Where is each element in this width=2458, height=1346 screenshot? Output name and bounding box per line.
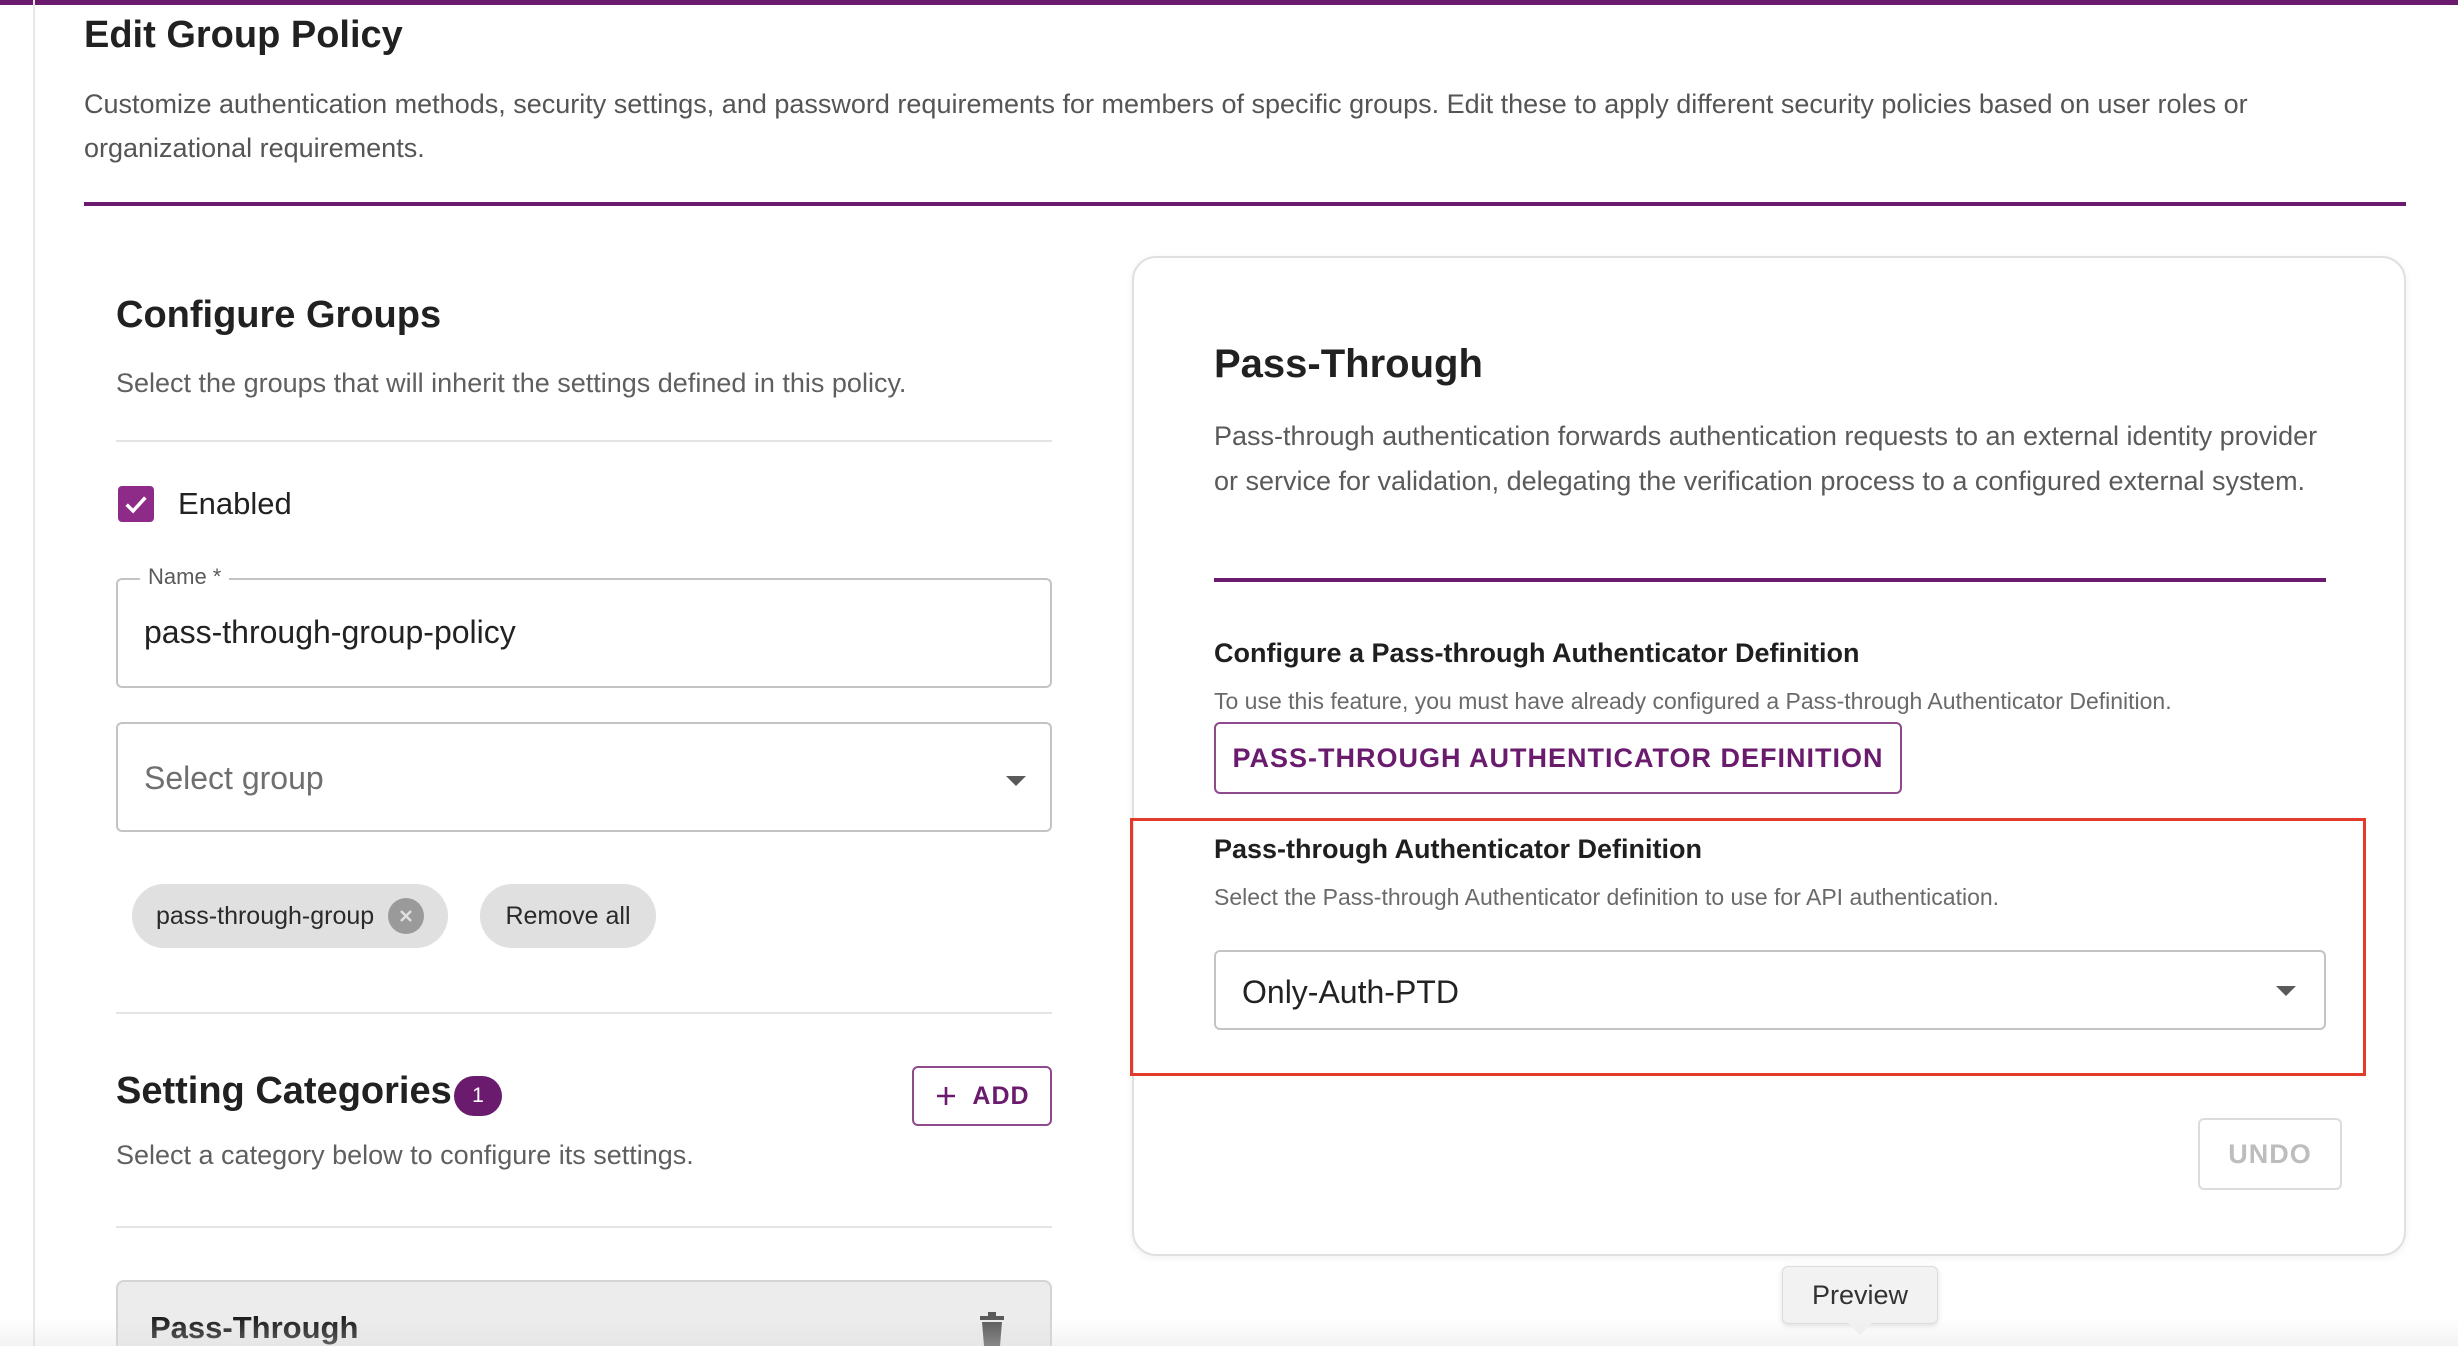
group-chip: pass-through-group — [132, 884, 448, 948]
divider — [116, 440, 1052, 442]
name-field-label: Name * — [140, 564, 230, 590]
category-item-pass-through[interactable]: Pass-Through — [116, 1280, 1052, 1346]
configure-groups-description: Select the groups that will inherit the … — [116, 368, 907, 398]
top-accent-bar — [0, 0, 2458, 5]
undo-button[interactable]: UNDO — [2198, 1118, 2342, 1190]
configure-groups-title: Configure Groups — [116, 294, 442, 336]
page-description: Customize authentication methods, securi… — [84, 89, 2248, 163]
category-item-label: Pass-Through — [150, 1310, 359, 1345]
enabled-checkbox[interactable] — [118, 486, 154, 522]
chevron-down-icon[interactable] — [2276, 986, 2296, 996]
plus-icon — [937, 1087, 956, 1105]
setting-categories-description: Select a category below to configure its… — [116, 1140, 694, 1170]
definition-select-description: Select the Pass-through Authenticator de… — [1214, 884, 2000, 910]
preview-tooltip: Preview — [1782, 1266, 1938, 1324]
pass-through-definition-button[interactable]: PASS-THROUGH AUTHENTICATOR DEFINITION — [1214, 722, 1902, 794]
pass-through-description: Pass-through authentication forwards aut… — [1214, 421, 2318, 496]
name-field[interactable]: Name * pass-through-group-policy — [116, 564, 1052, 688]
definition-select-title: Pass-through Authenticator Definition — [1214, 834, 1702, 864]
group-select-placeholder: Select group — [144, 760, 324, 796]
page-divider — [84, 202, 2406, 206]
add-category-label: ADD — [972, 1081, 1030, 1110]
page: Edit Group Policy Customize authenticati… — [0, 0, 2458, 1346]
trash-icon[interactable] — [978, 1312, 1006, 1346]
remove-all-label: Remove all — [505, 901, 631, 930]
left-border — [33, 0, 35, 1346]
check-icon — [125, 496, 147, 514]
remove-all-button[interactable]: Remove all — [480, 884, 656, 948]
name-field-value: pass-through-group-policy — [144, 614, 516, 650]
remove-chip-icon[interactable] — [388, 898, 425, 934]
page-title: Edit Group Policy — [84, 14, 403, 56]
group-select[interactable]: Select group — [116, 722, 1052, 832]
configure-definition-title: Configure a Pass-through Authenticator D… — [1214, 638, 1860, 668]
divider — [116, 1012, 1052, 1014]
tooltip-arrow — [1848, 1323, 1872, 1335]
enabled-label: Enabled — [178, 486, 292, 521]
chevron-down-icon[interactable] — [1006, 776, 1026, 786]
divider — [116, 1226, 1052, 1228]
pass-through-divider — [1214, 578, 2326, 582]
add-category-button[interactable]: ADD — [912, 1066, 1052, 1126]
configure-definition-description: To use this feature, you must have alrea… — [1214, 688, 2172, 714]
pass-through-title: Pass-Through — [1214, 342, 1483, 386]
category-count-badge: 1 — [454, 1076, 502, 1116]
setting-categories-title: Setting Categories — [116, 1070, 452, 1112]
definition-select[interactable]: Only-Auth-PTD — [1214, 950, 2326, 1030]
group-chip-label: pass-through-group — [156, 901, 375, 930]
definition-select-value: Only-Auth-PTD — [1242, 974, 1459, 1010]
